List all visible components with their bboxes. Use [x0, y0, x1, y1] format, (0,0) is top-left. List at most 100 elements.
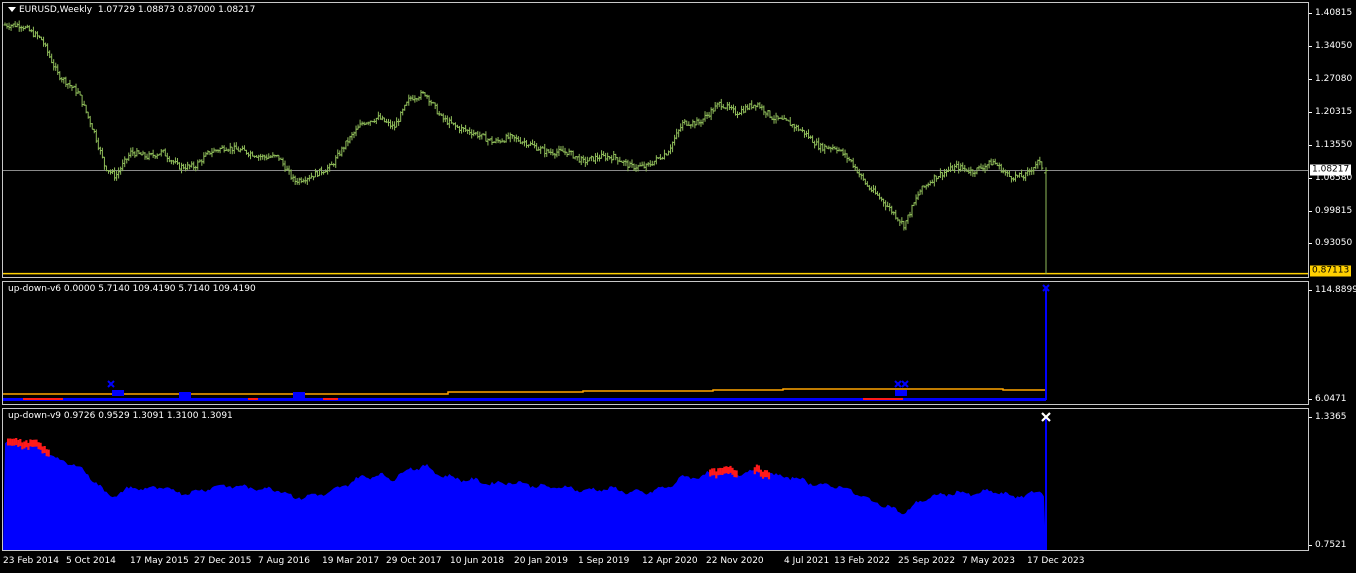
price-bar — [610, 155, 614, 164]
price-bar — [626, 159, 630, 172]
price-bar — [291, 174, 295, 182]
v9-red-mark — [761, 471, 765, 479]
price-bar — [695, 117, 699, 126]
price-bar — [683, 119, 687, 125]
price-bar — [553, 152, 557, 159]
price-bar — [898, 219, 902, 227]
v9-red-mark — [727, 467, 730, 474]
price-tick: 0.93050 — [1308, 238, 1353, 248]
price-chart-canvas — [3, 20, 1308, 275]
price-bar — [261, 154, 265, 160]
v9-red-mark — [29, 439, 32, 447]
price-bar — [549, 148, 553, 156]
v6-blue-block — [112, 390, 124, 396]
price-bar — [902, 220, 906, 231]
price-bar — [916, 191, 920, 200]
price-bar — [973, 170, 977, 177]
price-bar — [295, 177, 299, 185]
price-bar — [524, 139, 528, 148]
price-bar — [180, 162, 184, 174]
price-bar — [904, 220, 908, 231]
price-bar — [102, 156, 106, 170]
price-bar — [715, 102, 719, 109]
time-tick: 22 Nov 2020 — [706, 556, 764, 566]
price-bar — [372, 118, 376, 123]
time-tick: 23 Feb 2014 — [3, 556, 60, 566]
indicator-pane-v9[interactable]: up-down-v9 0.9726 0.9529 1.3091 1.3100 1… — [2, 408, 1309, 551]
price-bar — [494, 137, 498, 144]
v6-blue-block — [293, 392, 305, 398]
price-bar — [884, 200, 888, 211]
price-bar — [671, 141, 675, 153]
price-bar — [238, 148, 242, 153]
time-axis[interactable]: 23 Feb 2014 5 Oct 2014 17 May 2015 27 De… — [0, 551, 1309, 573]
time-tick: 13 Feb 2022 — [834, 556, 891, 566]
price-bar — [675, 128, 679, 140]
price-bar — [878, 192, 882, 200]
price-bar — [640, 161, 644, 167]
price-bar — [234, 142, 238, 150]
indicator-v9-axis[interactable]: 1.3365 0.7521 — [1309, 408, 1356, 551]
price-bar — [900, 217, 904, 225]
price-bar — [31, 26, 35, 38]
price-bar — [336, 149, 340, 159]
price-bar — [953, 163, 957, 173]
v9-red-mark — [733, 470, 736, 478]
v9-red-mark — [767, 472, 771, 480]
dropdown-triangle-icon[interactable] — [8, 7, 16, 12]
price-bar — [892, 211, 896, 216]
price-bar — [669, 144, 673, 155]
price-bar — [727, 101, 731, 110]
price-bar — [928, 180, 932, 186]
price-bar — [299, 177, 303, 184]
time-tick: 20 Jan 2019 — [514, 556, 568, 566]
price-bar — [612, 150, 616, 161]
indicator-v6-axis[interactable]: 114.8899 6.0471 — [1309, 281, 1356, 405]
price-bar — [427, 95, 431, 106]
price-bar — [182, 163, 186, 170]
v9-red-mark — [23, 441, 26, 449]
price-bar — [500, 138, 504, 143]
price-bar — [1026, 167, 1030, 177]
time-tick: 7 May 2023 — [962, 556, 1015, 566]
price-bar — [496, 137, 500, 144]
v9-red-mark — [21, 442, 24, 450]
price-bar — [476, 130, 480, 139]
price-bar — [196, 159, 200, 170]
price-bar — [938, 168, 942, 179]
price-bar — [435, 103, 439, 115]
price-bar — [740, 105, 744, 116]
price-bar — [474, 131, 478, 136]
price-bar — [123, 156, 127, 168]
price-bar — [667, 150, 671, 156]
price-bar — [1028, 168, 1032, 176]
v6-red-segment — [23, 398, 63, 400]
price-bar — [543, 143, 547, 158]
v9-red-mark — [719, 467, 722, 475]
price-bar — [173, 157, 177, 164]
price-bar — [983, 163, 987, 174]
price-axis[interactable]: 1.40815 1.34050 1.27080 1.20315 1.13550 … — [1308, 2, 1356, 278]
indicator-v6-tick: 114.8899 — [1309, 285, 1356, 295]
price-bar — [788, 116, 792, 126]
price-bar — [121, 159, 125, 172]
price-bar — [115, 170, 119, 181]
price-bar — [42, 36, 46, 47]
v6-x-marker — [901, 380, 909, 388]
symbol-title: EURUSD,Weekly — [19, 5, 93, 15]
v9-red-mark — [723, 466, 726, 474]
price-bar — [593, 153, 597, 165]
indicator-pane-v6[interactable]: up-down-v6 0.0000 5.7140 109.4190 5.7140… — [2, 281, 1309, 405]
price-bar — [88, 115, 92, 128]
price-bar — [393, 121, 397, 131]
price-bar — [869, 186, 873, 193]
price-bar — [127, 152, 131, 161]
price-chart-pane[interactable]: EURUSD,Weekly 1.07729 1.08873 0.87000 1.… — [2, 2, 1309, 278]
price-bar — [551, 149, 555, 156]
price-bar — [841, 148, 845, 157]
price-bar — [762, 105, 766, 116]
price-bar — [652, 160, 656, 166]
price-bar — [232, 142, 236, 154]
price-bar — [163, 148, 167, 157]
price-bar — [397, 118, 401, 126]
